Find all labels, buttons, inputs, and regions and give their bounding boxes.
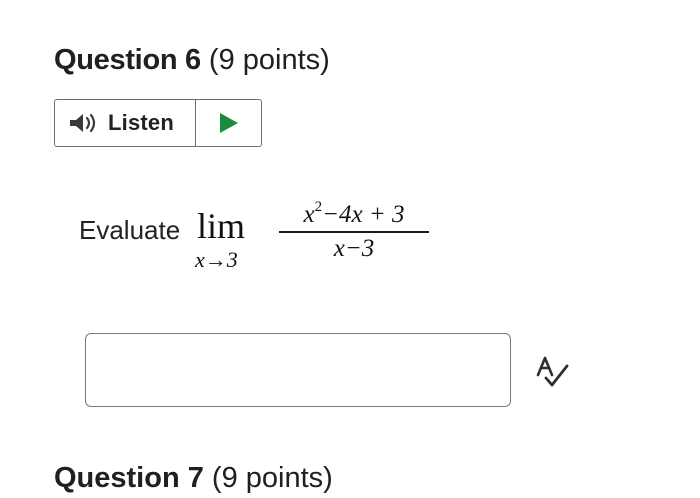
next-question-number: Question 7	[54, 462, 204, 494]
question-header: Question 6 (9 points)	[54, 40, 330, 80]
listen-label: Listen	[108, 110, 174, 135]
next-question-points: (9 points)	[203, 462, 333, 494]
limit-operator: lim	[197, 206, 246, 246]
listen-widget: Listen	[54, 99, 262, 147]
answer-field[interactable]	[85, 333, 511, 407]
spellcheck-icon	[536, 356, 569, 387]
listen-button[interactable]: Listen	[55, 100, 196, 146]
prompt-verb: Evaluate	[79, 215, 181, 245]
next-question-header: Question 7 (9 points)	[54, 458, 333, 498]
numerator-exponent: 2	[314, 199, 323, 215]
fraction-bar	[279, 231, 429, 233]
spellcheck-button[interactable]	[534, 355, 570, 389]
limit-subscript: x→3	[195, 247, 238, 272]
fraction-numerator: x2−4x + 3	[279, 200, 429, 230]
fraction-denominator: x−3	[333, 235, 375, 262]
play-icon	[219, 113, 238, 133]
numerator-rest: −4x + 3	[322, 201, 405, 228]
play-button[interactable]	[196, 100, 261, 146]
question-number: Question 6	[54, 44, 201, 76]
numerator-variable: x	[303, 201, 315, 228]
question-points: (9 points)	[200, 44, 330, 76]
limit-fraction: x2−4x + 3 x−3	[279, 200, 429, 263]
speaker-icon	[68, 112, 100, 134]
